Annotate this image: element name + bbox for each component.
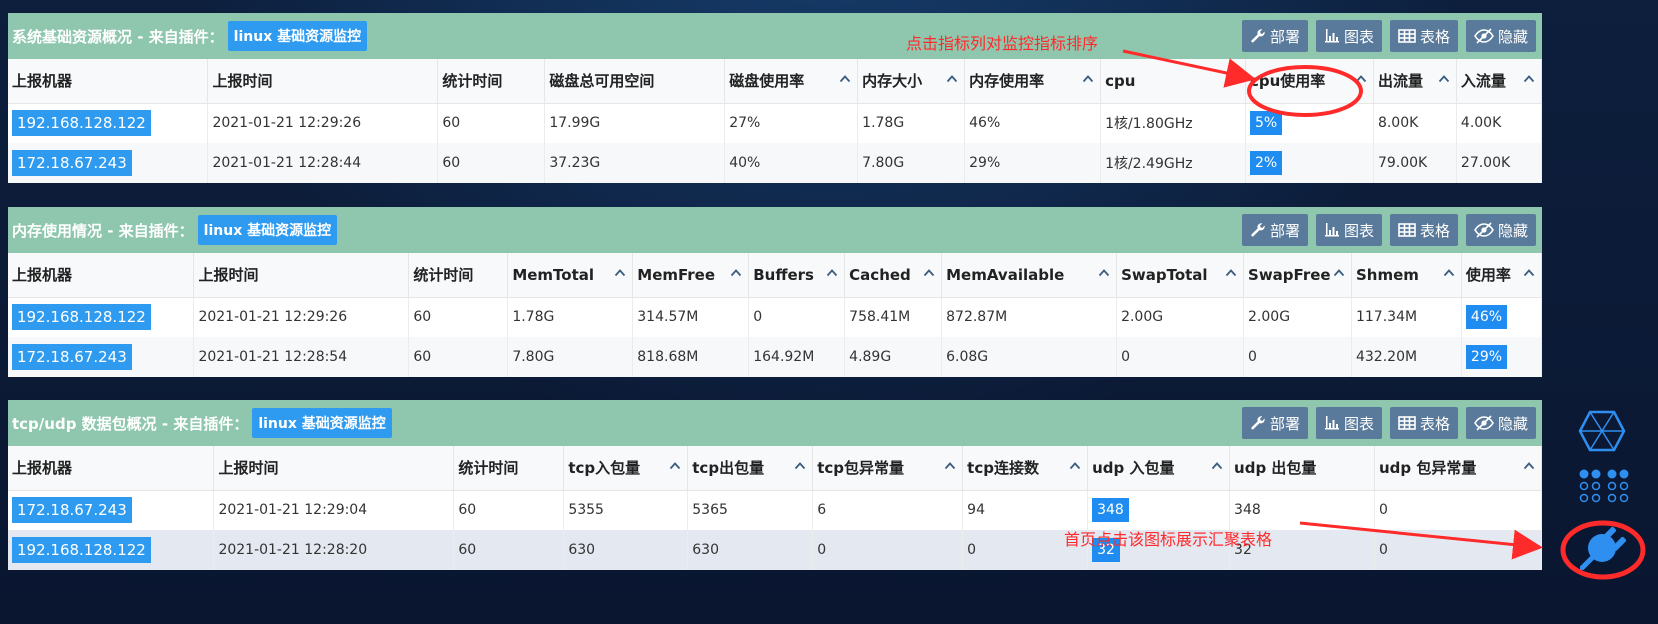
annotation-circle — [1560, 520, 1646, 580]
annotation-sort-hint: 点击指标列对监控指标排序 — [906, 34, 1099, 53]
annotation-circle — [1247, 65, 1363, 117]
annotation-arrow — [1299, 521, 1543, 560]
annotation-arrow — [1122, 49, 1256, 88]
annotation-overlay — [1122, 49, 1646, 580]
annotation-icon-hint: 首页点击该图标展示汇聚表格 — [1064, 530, 1273, 549]
